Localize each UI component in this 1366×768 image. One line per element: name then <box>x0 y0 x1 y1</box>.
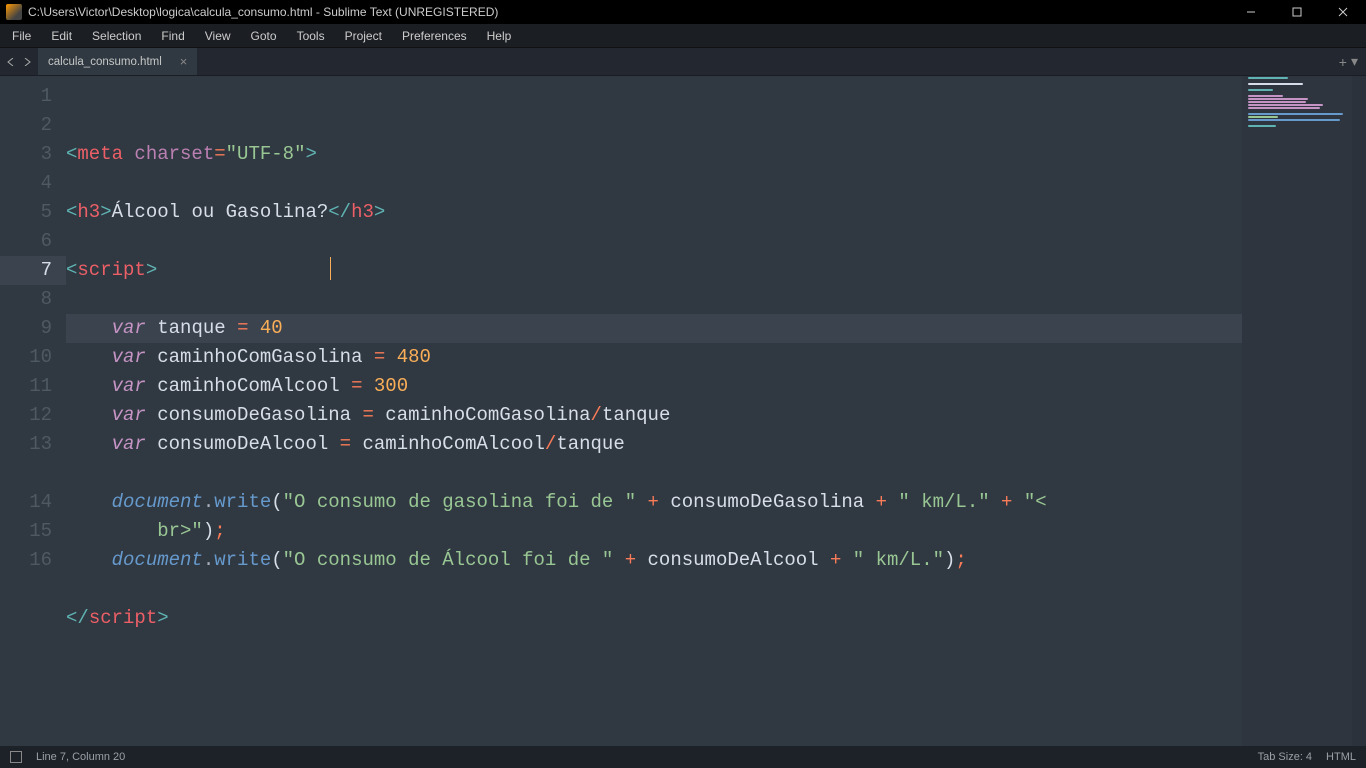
code-line[interactable]: var caminhoComGasolina = 480 <box>66 343 1242 372</box>
line-number <box>0 459 66 488</box>
menu-bar: FileEditSelectionFindViewGotoToolsProjec… <box>0 24 1366 48</box>
line-number[interactable]: 8 <box>0 285 66 314</box>
line-number[interactable]: 9 <box>0 314 66 343</box>
code-line-wrap[interactable]: br>"); <box>66 517 1242 546</box>
minimize-button[interactable] <box>1228 0 1274 24</box>
status-tab-size[interactable]: Tab Size: 4 <box>1258 751 1312 763</box>
tab-history-forward-icon[interactable] <box>20 55 34 69</box>
minimap[interactable] <box>1242 76 1352 746</box>
line-number-gutter[interactable]: 12345678910111213 141516 <box>0 76 66 746</box>
line-number[interactable]: 3 <box>0 140 66 169</box>
menu-item-preferences[interactable]: Preferences <box>392 26 477 46</box>
code-line[interactable]: var tanque = 40 <box>66 314 1242 343</box>
status-bar: Line 7, Column 20 Tab Size: 4 HTML <box>0 746 1366 768</box>
code-line[interactable]: <meta charset="UTF-8"> <box>66 140 1242 169</box>
panel-switcher-icon[interactable] <box>10 751 22 763</box>
code-line[interactable] <box>66 459 1242 488</box>
app-icon <box>6 4 22 20</box>
line-number[interactable]: 15 <box>0 517 66 546</box>
tab-history-back-icon[interactable] <box>4 55 18 69</box>
code-line[interactable]: var consumoDeAlcool = caminhoComAlcool/t… <box>66 430 1242 459</box>
line-number[interactable]: 13 <box>0 430 66 459</box>
vertical-scrollbar[interactable] <box>1352 76 1366 746</box>
menu-item-tools[interactable]: Tools <box>287 26 335 46</box>
status-syntax[interactable]: HTML <box>1326 751 1356 763</box>
code-view[interactable]: <meta charset="UTF-8"> <h3>Álcool ou Gaso… <box>66 76 1242 746</box>
line-number[interactable]: 12 <box>0 401 66 430</box>
tab-nav-arrows <box>0 48 38 75</box>
code-line[interactable]: </script> <box>66 604 1242 633</box>
menu-item-help[interactable]: Help <box>477 26 522 46</box>
menu-item-goto[interactable]: Goto <box>241 26 287 46</box>
line-number[interactable]: 14 <box>0 488 66 517</box>
menu-item-file[interactable]: File <box>2 26 41 46</box>
line-number[interactable]: 6 <box>0 227 66 256</box>
line-number[interactable]: 5 <box>0 198 66 227</box>
line-number[interactable]: 16 <box>0 546 66 575</box>
close-button[interactable] <box>1320 0 1366 24</box>
line-number[interactable]: 7 <box>0 256 66 285</box>
code-line[interactable]: document.write("O consumo de Álcool foi … <box>66 546 1242 575</box>
code-line[interactable]: document.write("O consumo de gasolina fo… <box>66 488 1242 517</box>
maximize-button[interactable] <box>1274 0 1320 24</box>
code-line[interactable]: var caminhoComAlcool = 300 <box>66 372 1242 401</box>
code-line[interactable]: var consumoDeGasolina = caminhoComGasoli… <box>66 401 1242 430</box>
line-number[interactable]: 1 <box>0 82 66 111</box>
line-number[interactable]: 10 <box>0 343 66 372</box>
line-number[interactable]: 11 <box>0 372 66 401</box>
menu-item-find[interactable]: Find <box>151 26 194 46</box>
code-line[interactable]: <script> <box>66 256 1242 285</box>
menu-item-view[interactable]: View <box>195 26 241 46</box>
tab-close-icon[interactable]: × <box>180 55 188 68</box>
code-line[interactable] <box>66 575 1242 604</box>
tab-dropdown-icon[interactable]: ▾ <box>1351 53 1358 70</box>
window-titlebar: C:\Users\Victor\Desktop\logica\calcula_c… <box>0 0 1366 24</box>
menu-item-selection[interactable]: Selection <box>82 26 151 46</box>
code-line[interactable]: <h3>Álcool ou Gasolina?</h3> <box>66 198 1242 227</box>
tab-active[interactable]: calcula_consumo.html × <box>38 48 198 75</box>
menu-item-project[interactable]: Project <box>335 26 392 46</box>
new-tab-icon[interactable]: + <box>1339 54 1347 70</box>
text-cursor <box>330 257 331 280</box>
status-cursor-position[interactable]: Line 7, Column 20 <box>36 751 125 763</box>
line-number[interactable]: 2 <box>0 111 66 140</box>
code-line[interactable] <box>66 227 1242 256</box>
code-line[interactable] <box>66 285 1242 314</box>
line-number[interactable]: 4 <box>0 169 66 198</box>
tab-bar: calcula_consumo.html × + ▾ <box>0 48 1366 76</box>
menu-item-edit[interactable]: Edit <box>41 26 82 46</box>
window-title: C:\Users\Victor\Desktop\logica\calcula_c… <box>28 5 1228 19</box>
tab-label: calcula_consumo.html <box>48 56 162 68</box>
code-line[interactable] <box>66 169 1242 198</box>
editor-area[interactable]: 12345678910111213 141516 <meta charset="… <box>0 76 1366 746</box>
